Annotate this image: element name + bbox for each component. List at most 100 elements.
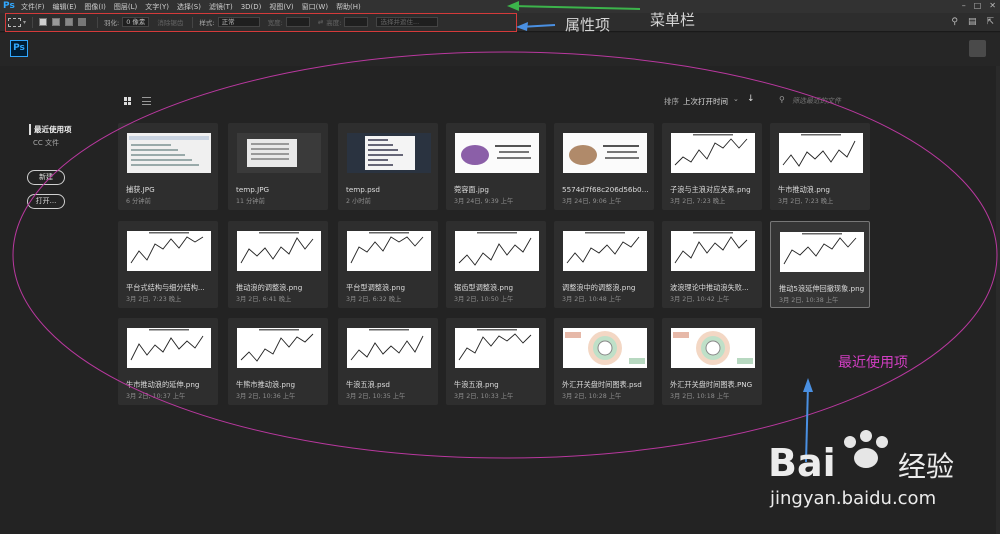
marquee-tool-icon[interactable] bbox=[8, 17, 21, 27]
file-time: 3月 2日, 10:36 上午 bbox=[236, 393, 296, 400]
recent-file-card[interactable]: 锯齿型调整浪.png 3月 2日, 10:50 上午 bbox=[446, 221, 546, 308]
new-button[interactable]: 新建 bbox=[27, 170, 65, 185]
add-selection-icon[interactable] bbox=[52, 18, 61, 26]
recent-file-card[interactable]: temp.JPG 11 分钟前 bbox=[228, 123, 328, 210]
recent-file-card[interactable]: 波浪理论中推动浪失败... 3月 2日, 10:42 上午 bbox=[662, 221, 762, 308]
divider bbox=[97, 16, 99, 28]
recent-file-card[interactable]: 外汇开关盘时间图表.psd 3月 2日, 10:28 上午 bbox=[554, 318, 654, 405]
file-thumbnail bbox=[671, 133, 755, 173]
recent-file-card[interactable]: 调整浪中的调整浪.png 3月 2日, 10:48 上午 bbox=[554, 221, 654, 308]
sidebar-item-cc-files[interactable]: CC 文件 bbox=[33, 138, 59, 148]
sort-direction-icon[interactable]: ↓ bbox=[747, 94, 755, 104]
new-selection-icon[interactable] bbox=[39, 18, 48, 26]
intersect-selection-icon[interactable] bbox=[78, 18, 87, 26]
menu-help[interactable]: 帮助(H) bbox=[336, 2, 361, 12]
file-name: 捕获.JPG bbox=[126, 185, 155, 194]
menu-layer[interactable]: 图层(L) bbox=[114, 2, 137, 12]
search-icon[interactable]: ⚲ bbox=[951, 17, 958, 27]
swap-icon[interactable]: ⇄ bbox=[318, 18, 323, 26]
width-label: 宽度: bbox=[267, 19, 283, 27]
sidebar-item-recent[interactable]: 最近使用项 bbox=[29, 124, 72, 135]
recent-file-card[interactable]: 牛浪五浪.png 3月 2日, 10:33 上午 bbox=[446, 318, 546, 405]
recent-file-card[interactable]: 牛熊市推动浪.png 3月 2日, 10:36 上午 bbox=[228, 318, 328, 405]
file-name: temp.JPG bbox=[236, 185, 270, 194]
scrollbar[interactable] bbox=[996, 66, 1000, 534]
file-name: 锯齿型调整浪.png bbox=[454, 283, 514, 292]
file-time: 3月 24日, 9:06 上午 bbox=[562, 198, 622, 205]
file-time: 11 分钟前 bbox=[236, 198, 265, 205]
file-name: 牛市推动浪的延伸.png bbox=[126, 380, 200, 389]
antialias-checkbox[interactable]: 消除锯齿 bbox=[157, 17, 183, 27]
options-bar: ▾ 羽化: 0 像素 消除锯齿 样式: 正常 宽度: ⇄ 高度: 选择并遮住..… bbox=[0, 13, 1000, 32]
close-icon[interactable]: ✕ bbox=[989, 1, 996, 10]
maximize-icon[interactable]: □ bbox=[974, 1, 982, 10]
file-thumbnail bbox=[127, 133, 211, 173]
menu-type[interactable]: 文字(Y) bbox=[145, 2, 169, 12]
recent-file-card[interactable]: 子浪与主浪对应关系.png 3月 2日, 7:23 晚上 bbox=[662, 123, 762, 210]
recent-file-card[interactable]: 菀容面.jpg 3月 24日, 9:39 上午 bbox=[446, 123, 546, 210]
list-view-icon[interactable] bbox=[142, 97, 151, 105]
file-time: 3月 2日, 7:23 晚上 bbox=[670, 198, 726, 205]
recent-file-card[interactable]: 牛浪五浪.psd 3月 2日, 10:35 上午 bbox=[338, 318, 438, 405]
recent-file-card[interactable]: 平台式结构与细分结构... 3月 2日, 7:23 晚上 bbox=[118, 221, 218, 308]
minimize-icon[interactable]: – bbox=[962, 1, 966, 10]
subtract-selection-icon[interactable] bbox=[65, 18, 74, 26]
chevron-down-icon[interactable]: ▾ bbox=[23, 19, 26, 26]
filter-recent-input[interactable] bbox=[792, 95, 882, 106]
annotation-recent: 最近使用项 bbox=[838, 355, 908, 371]
recent-arrow-head bbox=[803, 378, 813, 392]
file-name: 牛浪五浪.png bbox=[454, 380, 499, 389]
workspace-icon[interactable]: ▤ bbox=[968, 17, 977, 27]
recent-file-card[interactable]: 平台型调整浪.png 3月 2日, 6:32 晚上 bbox=[338, 221, 438, 308]
recent-file-card[interactable]: 推动5浪延伸回撤现象.png 3月 2日, 10:38 上午 bbox=[770, 221, 870, 308]
chevron-down-icon[interactable]: ⌄ bbox=[733, 95, 739, 103]
file-time: 3月 2日, 7:23 晚上 bbox=[126, 296, 182, 303]
file-thumbnail bbox=[563, 133, 647, 173]
style-label: 样式: bbox=[199, 19, 215, 27]
home-header: Ps bbox=[0, 33, 1000, 66]
file-thumbnail bbox=[563, 231, 647, 271]
recent-file-card[interactable]: 牛市推动浪.png 3月 2日, 7:23 晚上 bbox=[770, 123, 870, 210]
grid-view-icon[interactable] bbox=[124, 97, 132, 105]
file-time: 3月 2日, 10:28 上午 bbox=[562, 393, 622, 400]
height-input[interactable] bbox=[344, 17, 369, 27]
file-name: 牛市推动浪.png bbox=[778, 185, 830, 194]
avatar[interactable] bbox=[969, 40, 986, 57]
file-time: 3月 2日, 6:32 晚上 bbox=[346, 296, 402, 303]
menu-image[interactable]: 图像(I) bbox=[84, 2, 106, 12]
divider bbox=[32, 16, 34, 28]
menu-view[interactable]: 视图(V) bbox=[269, 2, 293, 12]
file-thumbnail bbox=[455, 328, 539, 368]
style-select[interactable]: 正常 bbox=[217, 17, 260, 27]
recent-file-card[interactable]: 外汇开关盘时间图表.PNG 3月 2日, 10:18 上午 bbox=[662, 318, 762, 405]
file-thumbnail bbox=[455, 231, 539, 271]
recent-file-card[interactable]: 5574d7f68c206d56b07ec5 3月 24日, 9:06 上午 bbox=[554, 123, 654, 210]
width-input[interactable] bbox=[285, 17, 310, 27]
feather-input[interactable]: 0 像素 bbox=[122, 17, 150, 27]
menu-window[interactable]: 窗口(W) bbox=[302, 2, 328, 12]
file-name: 平台型调整浪.png bbox=[346, 283, 406, 292]
select-and-mask-button[interactable]: 选择并遮住... bbox=[376, 17, 439, 27]
app-icon: Ps bbox=[3, 1, 15, 11]
watermark-brand2: 经验 bbox=[898, 450, 954, 483]
divider bbox=[192, 16, 194, 28]
recent-file-card[interactable]: temp.psd 2 小时前 bbox=[338, 123, 438, 210]
recent-file-card[interactable]: 牛市推动浪的延伸.png 3月 2日, 10:37 上午 bbox=[118, 318, 218, 405]
search-icon: ⚲ bbox=[779, 95, 785, 104]
share-icon[interactable]: ⇱ bbox=[986, 17, 994, 27]
file-time: 3月 2日, 7:23 晚上 bbox=[778, 198, 834, 205]
file-name: 推动浪的调整浪.png bbox=[236, 283, 303, 292]
file-thumbnail bbox=[671, 231, 755, 271]
menu-select[interactable]: 选择(S) bbox=[177, 2, 201, 12]
file-time: 2 小时前 bbox=[346, 198, 371, 205]
sort-select[interactable]: 上次打开时间 bbox=[683, 96, 728, 107]
file-name: 5574d7f68c206d56b07ec5 bbox=[562, 185, 652, 194]
open-button[interactable]: 打开... bbox=[27, 194, 65, 209]
recent-file-card[interactable]: 捕获.JPG 6 分钟前 bbox=[118, 123, 218, 210]
menu-3d[interactable]: 3D(D) bbox=[241, 3, 262, 11]
recent-file-card[interactable]: 推动浪的调整浪.png 3月 2日, 6:41 晚上 bbox=[228, 221, 328, 308]
menu-edit[interactable]: 编辑(E) bbox=[53, 2, 77, 12]
menu-file[interactable]: 文件(F) bbox=[21, 2, 45, 12]
file-thumbnail bbox=[127, 231, 211, 271]
menu-filter[interactable]: 滤镜(T) bbox=[209, 2, 233, 12]
